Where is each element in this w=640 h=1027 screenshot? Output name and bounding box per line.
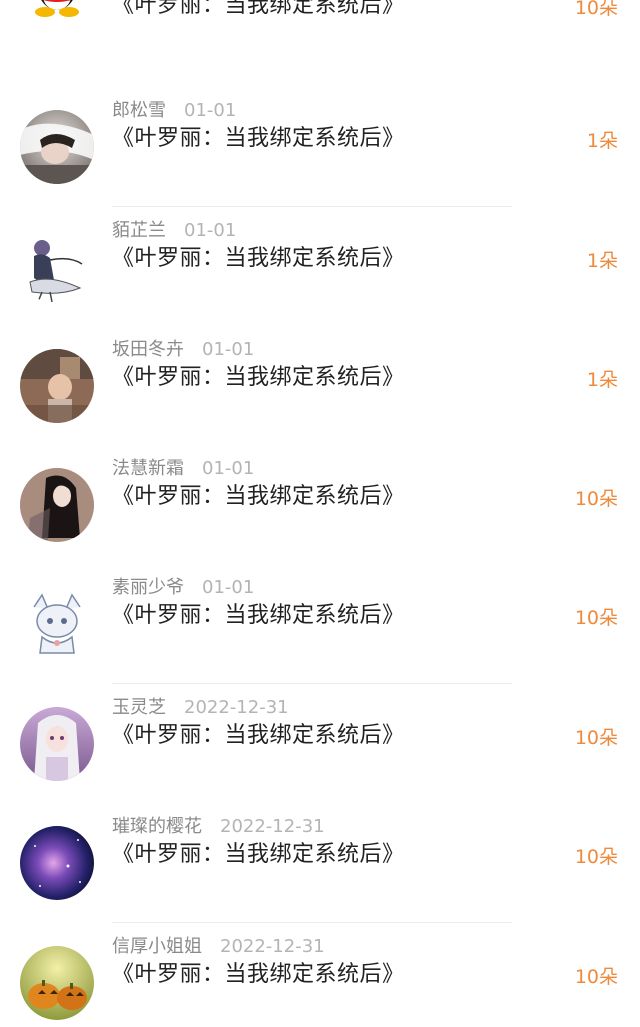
list-item[interactable]: 郎松雪 01-01 《叶罗丽：当我绑定系统后》 1朵 [0,87,640,207]
list-item[interactable]: 信厚小姐姐 2022-12-31 《叶罗丽：当我绑定系统后》 10朵 [0,923,640,1027]
list-item[interactable]: 坂田冬卉 01-01 《叶罗丽：当我绑定系统后》 1朵 [0,326,640,446]
list-item[interactable]: 玉灵芝 2022-12-31 《叶罗丽：当我绑定系统后》 10朵 [0,684,640,804]
book-title[interactable]: 《叶罗丽：当我绑定系统后》 [112,602,405,630]
book-title[interactable]: 《叶罗丽：当我绑定系统后》 [112,245,405,273]
username[interactable]: 信厚小姐姐 [112,936,202,957]
item-meta: 法慧新霜 01-01 [112,458,254,480]
pumpkin-avatar[interactable] [20,946,94,1020]
username[interactable]: 坂田冬卉 [112,339,184,360]
item-meta: 璀璨的樱花 2022-12-31 [112,816,325,838]
item-meta: 信厚小姐姐 2022-12-31 [112,936,325,958]
date: 2022-12-31 [184,697,289,718]
username[interactable]: 玉灵芝 [112,697,166,718]
date: 01-01 [184,100,237,121]
date: 01-01 [184,220,237,241]
item-meta: 坂田冬卉 01-01 [112,339,254,361]
gift-amount: 10朵 [574,607,618,629]
list-item[interactable]: 璀璨的樱花 2022-12-31 《叶罗丽：当我绑定系统后》 10朵 [0,803,640,923]
date: 01-01 [202,458,255,479]
book-title[interactable]: 《叶罗丽：当我绑定系统后》 [112,961,405,989]
gift-amount: 1朵 [586,369,618,391]
username[interactable]: 法慧新霜 [112,458,184,479]
gift-amount: 10朵 [574,966,618,988]
date: 01-01 [202,339,255,360]
date: 01-01 [202,577,255,598]
gift-amount: 1朵 [586,250,618,272]
book-title[interactable]: 《叶罗丽：当我绑定系统后》 [112,0,405,20]
list-item[interactable]: 素丽少爷 01-01 《叶罗丽：当我绑定系统后》 10朵 [0,564,640,684]
qq-penguin-avatar[interactable] [20,0,94,22]
book-title[interactable]: 《叶罗丽：当我绑定系统后》 [112,722,405,750]
gift-record-list: 宁飙01-01 《叶罗丽：当我绑定系统后》 10朵 郎松雪 01-01 [0,0,640,1027]
username[interactable]: 貊芷兰 [112,220,166,241]
gift-amount: 10朵 [574,846,618,868]
item-meta: 玉灵芝 2022-12-31 [112,697,289,719]
cat-eared-sketch-avatar[interactable] [20,587,94,661]
gift-amount: 10朵 [574,727,618,749]
list-item[interactable]: 宁飙01-01 《叶罗丽：当我绑定系统后》 10朵 [0,0,640,88]
galaxy-avatar[interactable] [20,826,94,900]
date: 2022-12-31 [220,816,325,837]
anime-dark-hair-avatar[interactable] [20,468,94,542]
item-meta: 郎松雪 01-01 [112,100,236,122]
username[interactable]: 素丽少爷 [112,577,184,598]
gift-amount: 10朵 [574,488,618,510]
item-meta: 素丽少爷 01-01 [112,577,254,599]
girl-white-scarf-avatar[interactable] [20,110,94,184]
book-title[interactable]: 《叶罗丽：当我绑定系统后》 [112,841,405,869]
book-title[interactable]: 《叶罗丽：当我绑定系统后》 [112,125,405,153]
book-title[interactable]: 《叶罗丽：当我绑定系统后》 [112,364,405,392]
list-item[interactable]: 法慧新霜 01-01 《叶罗丽：当我绑定系统后》 10朵 [0,445,640,565]
doll-white-hair-avatar[interactable] [20,707,94,781]
gift-amount: 10朵 [574,0,618,19]
book-title[interactable]: 《叶罗丽：当我绑定系统后》 [112,483,405,511]
item-meta: 貊芷兰 01-01 [112,220,236,242]
date: 2022-12-31 [220,936,325,957]
ink-figure-avatar[interactable] [20,230,94,304]
list-item[interactable]: 貊芷兰 01-01 《叶罗丽：当我绑定系统后》 1朵 [0,207,640,327]
gift-amount: 1朵 [586,130,618,152]
username[interactable]: 郎松雪 [112,100,166,121]
username[interactable]: 璀璨的樱花 [112,816,202,837]
child-photo-avatar[interactable] [20,349,94,423]
